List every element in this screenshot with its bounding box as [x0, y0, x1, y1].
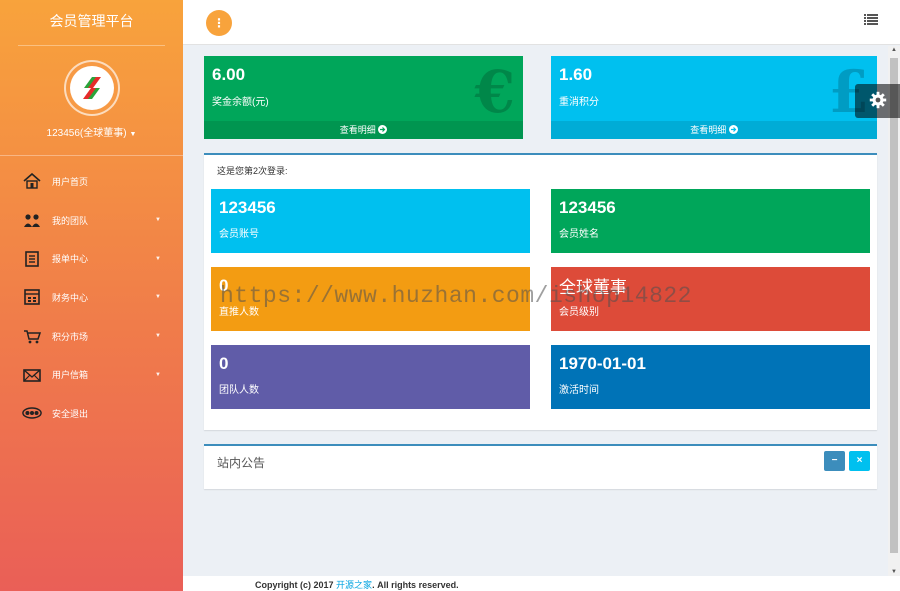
sidebar-item-label: 财务中心	[52, 292, 89, 303]
view-details-label: 查看明细	[339, 125, 376, 135]
member-account-value: 123456	[219, 198, 276, 217]
sidebar-item-label: 积分市场	[52, 331, 89, 342]
caret-down-icon: ▼	[155, 371, 161, 378]
sidebar-item-mail[interactable]: 用户信箱 ▼	[0, 355, 183, 394]
sidebar-item-finance[interactable]: 财务中心 ▼	[0, 278, 183, 317]
sidebar-menu: 用户首页 我的团队 ▼ 报单中心 ▼ 财务中心 ▼ 积分市场 ▼ 用户信箱 ▼ …	[0, 162, 183, 433]
caret-down-icon: ▼	[129, 131, 137, 138]
sidebar-item-label: 用户首页	[52, 176, 89, 187]
member-name-box: 123456 会员姓名	[551, 189, 870, 253]
activation-time-box: 1970-01-01 激活时间	[551, 345, 870, 409]
member-account-box: 123456 会员账号	[211, 189, 530, 253]
list-icon[interactable]	[864, 14, 878, 28]
avatar[interactable]	[63, 60, 120, 116]
scrollbar[interactable]: ▲ ▼	[888, 46, 900, 576]
sidebar-item-label: 报单中心	[52, 254, 89, 265]
consumption-points-card: 1.60 重消积分 £ 查看明细	[551, 56, 877, 139]
scrollbar-thumb[interactable]	[890, 58, 898, 553]
arrow-circle-right-icon	[378, 125, 388, 135]
watermark-text: https://www.huzhan.com/ishop14822	[220, 283, 692, 309]
page-footer: Copyright (c) 2017 开源之家. All rights rese…	[183, 576, 900, 591]
sidebar-item-home[interactable]: 用户首页	[0, 162, 183, 201]
order-icon	[22, 250, 42, 268]
brand-title: 会员管理平台	[49, 14, 134, 30]
sidebar-item-label: 我的团队	[52, 215, 89, 226]
gear-icon	[869, 91, 887, 112]
bonus-balance-label: 奖金余额(元)	[212, 97, 269, 108]
activation-time-label: 激活时间	[559, 385, 599, 396]
copyright-prefix: Copyright (c) 2017	[255, 580, 334, 590]
logout-icon	[22, 404, 42, 422]
caret-down-icon: ▼	[155, 333, 161, 340]
consumption-points-label: 重消积分	[559, 97, 599, 108]
copyright-suffix: . All rights reserved.	[372, 580, 459, 590]
settings-toggle[interactable]	[855, 84, 900, 118]
login-count-text: 这是您第2次登录:	[217, 166, 288, 176]
divider	[0, 155, 183, 156]
home-icon	[22, 172, 42, 190]
caret-down-icon: ▼	[155, 294, 161, 301]
user-name: 123456(全球董事)	[46, 128, 127, 139]
caret-down-icon: ▼	[155, 255, 161, 262]
scroll-down-icon[interactable]: ▼	[891, 569, 897, 575]
minimize-button[interactable]: −	[824, 451, 845, 471]
team-icon	[22, 211, 42, 229]
scroll-up-icon[interactable]: ▲	[891, 47, 897, 53]
logo-icon	[69, 66, 114, 110]
view-details-link[interactable]: 查看明细	[204, 121, 523, 139]
copyright-text: Copyright (c) 2017 开源之家. All rights rese…	[255, 578, 459, 591]
bonus-balance-value: 6.00	[212, 65, 246, 84]
finance-icon	[22, 288, 42, 306]
sidebar-item-market[interactable]: 积分市场 ▼	[0, 317, 183, 356]
team-count-value: 0	[219, 354, 229, 373]
sidebar: 会员管理平台 123456(全球董事) ▼ 用户首页 我的团队 ▼ 报单中心 ▼…	[0, 0, 183, 591]
mail-icon	[22, 366, 42, 384]
close-button[interactable]: ×	[849, 451, 870, 471]
arrow-circle-right-icon	[728, 125, 738, 135]
more-vertical-icon[interactable]: ⋮	[206, 10, 232, 36]
member-name-label: 会员姓名	[559, 229, 599, 240]
consumption-points-value: 1.60	[559, 65, 593, 84]
divider	[18, 45, 165, 46]
notice-panel: 站内公告 − ×	[204, 444, 877, 489]
view-details-label: 查看明细	[690, 125, 727, 135]
member-name-value: 123456	[559, 198, 616, 217]
market-icon	[22, 327, 42, 345]
euro-icon: €	[474, 58, 515, 126]
sidebar-item-team[interactable]: 我的团队 ▼	[0, 201, 183, 240]
caret-down-icon: ▼	[155, 217, 161, 224]
main-content: 6.00 奖金余额(元) € 查看明细 1.60 重消积分 £ 查看明细 这是您…	[183, 46, 888, 576]
footer-link[interactable]: 开源之家	[336, 580, 372, 590]
bonus-balance-card: 6.00 奖金余额(元) € 查看明细	[204, 56, 523, 139]
notice-title: 站内公告	[217, 456, 266, 470]
team-count-box: 0 团队人数	[211, 345, 530, 409]
activation-time-value: 1970-01-01	[559, 354, 646, 373]
top-navbar: ⋮	[183, 0, 900, 45]
sidebar-item-label: 安全退出	[52, 408, 89, 419]
member-account-label: 会员账号	[219, 229, 259, 240]
user-menu[interactable]: 123456(全球董事) ▼	[0, 124, 183, 139]
sidebar-item-label: 用户信箱	[52, 370, 89, 381]
view-details-link[interactable]: 查看明细	[551, 121, 877, 139]
sidebar-item-orders[interactable]: 报单中心 ▼	[0, 239, 183, 278]
sidebar-item-logout[interactable]: 安全退出	[0, 394, 183, 433]
team-count-label: 团队人数	[219, 385, 259, 396]
